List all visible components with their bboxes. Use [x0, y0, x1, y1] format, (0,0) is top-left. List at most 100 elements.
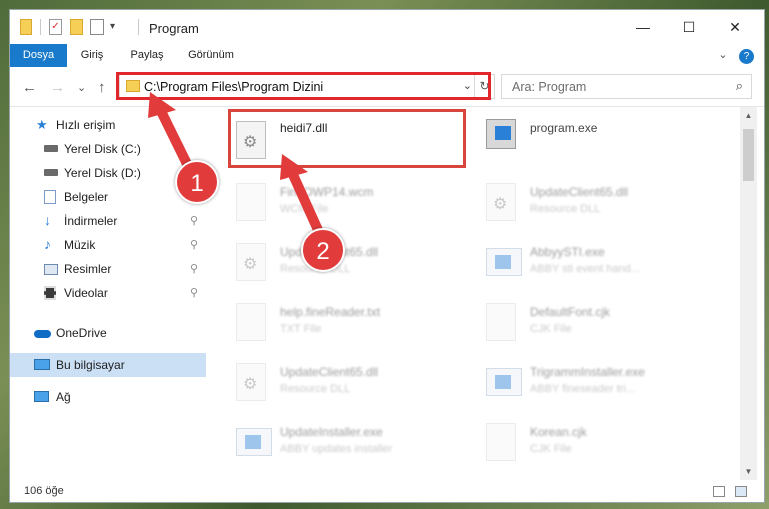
- file-item[interactable]: help.fineReader.txt TXT File: [232, 297, 472, 347]
- sidebar-item-music[interactable]: ♪ Müzik ⚲: [10, 233, 206, 257]
- sidebar-item-this-pc[interactable]: Bu bilgisayar: [10, 353, 206, 377]
- tab-home[interactable]: Giriş: [72, 44, 112, 67]
- new-folder-icon[interactable]: [70, 19, 83, 35]
- sidebar-item-pictures[interactable]: Resimler ⚲: [10, 257, 206, 281]
- tab-share[interactable]: Paylaş: [122, 44, 172, 67]
- customize-icon[interactable]: [90, 19, 104, 35]
- separator: [138, 19, 139, 35]
- ribbon-collapse-icon[interactable]: ⌄: [716, 44, 730, 67]
- file-name: UpdateClient65.dll: [280, 365, 379, 379]
- exe-file-icon: [486, 368, 522, 396]
- network-icon: [34, 391, 49, 402]
- sidebar-item-label: Bu bilgisayar: [56, 358, 125, 372]
- sidebar-item-label: Hızlı erişim: [56, 118, 116, 132]
- properties-icon[interactable]: ✓: [49, 19, 62, 35]
- music-icon: ♪: [44, 236, 51, 252]
- recent-locations-button[interactable]: ⌄: [77, 81, 86, 94]
- forward-button[interactable]: →: [50, 79, 65, 96]
- search-input[interactable]: Ara: Program ⌕: [501, 74, 752, 99]
- details-view-icon[interactable]: [713, 486, 725, 497]
- minimize-button[interactable]: —: [620, 10, 666, 44]
- address-bar-highlight: [116, 72, 491, 100]
- file-type: WCM File: [280, 203, 329, 215]
- maximize-button[interactable]: ☐: [666, 10, 712, 44]
- navigation-pane: ★ Hızlı erişim Yerel Disk (C:) Yerel Dis…: [10, 107, 206, 480]
- callout-1: 1: [175, 160, 219, 204]
- item-count: 106 öğe: [24, 485, 64, 497]
- scroll-thumb[interactable]: [743, 129, 754, 181]
- file-item[interactable]: UpdateClient65.dll Resource DLL: [482, 177, 722, 227]
- file-name: FineOWP14.wcm: [280, 185, 374, 199]
- search-icon: ⌕: [735, 78, 743, 93]
- close-button[interactable]: ✕: [712, 10, 758, 44]
- file-name: help.fineReader.txt: [280, 305, 381, 319]
- sidebar-item-quick-access[interactable]: ★ Hızlı erişim: [10, 113, 206, 137]
- document-file-icon: [486, 303, 516, 341]
- sidebar-item-onedrive[interactable]: OneDrive: [10, 321, 206, 345]
- file-type: TXT File: [280, 323, 322, 335]
- ribbon-tabs: Dosya Giriş Paylaş Görünüm ⌄ ?: [10, 44, 764, 67]
- file-highlight: [228, 109, 466, 168]
- large-icons-view-icon[interactable]: [735, 486, 747, 497]
- help-icon[interactable]: ?: [739, 49, 754, 64]
- file-type: Resource DLL: [280, 383, 351, 395]
- sidebar-item-label: Ağ: [56, 390, 71, 404]
- dll-file-icon: [236, 243, 266, 281]
- sidebar-item-downloads[interactable]: ↓ İndirmeler ⚲: [10, 209, 206, 233]
- tab-view[interactable]: Görünüm: [182, 44, 240, 67]
- file-item[interactable]: UpdateClient65.dll Resource DLL: [232, 237, 472, 287]
- file-type: CJK File: [530, 443, 572, 455]
- back-button[interactable]: ←: [22, 79, 37, 96]
- file-type: ABBY fineseader tri...: [530, 383, 635, 395]
- document-file-icon: [486, 423, 516, 461]
- tab-file[interactable]: Dosya: [10, 44, 67, 67]
- pin-icon[interactable]: ⚲: [190, 257, 198, 281]
- pin-icon[interactable]: ⚲: [190, 209, 198, 233]
- computer-icon: [34, 359, 50, 370]
- file-name: program.exe: [530, 121, 598, 135]
- sidebar-item-label: OneDrive: [56, 326, 107, 340]
- file-item[interactable]: UpdateInstaller.exe ABBY updates install…: [232, 417, 472, 467]
- sidebar-item-label: Yerel Disk (D:): [64, 166, 141, 180]
- file-type: CJK File: [530, 323, 572, 335]
- sidebar-item-local-disk-c[interactable]: Yerel Disk (C:): [10, 137, 206, 161]
- dll-file-icon: [486, 183, 516, 221]
- quick-access-dropdown-icon[interactable]: ▾: [110, 19, 122, 35]
- exe-file-icon: [236, 428, 272, 456]
- scroll-up-icon[interactable]: ▲: [740, 111, 757, 120]
- sidebar-item-label: Resimler: [64, 262, 112, 276]
- pictures-icon: [44, 264, 58, 275]
- up-button[interactable]: ↑: [98, 79, 106, 96]
- search-placeholder: Ara: Program: [512, 80, 587, 94]
- drive-icon: [44, 145, 58, 152]
- file-type: Resource DLL: [530, 203, 601, 215]
- document-file-icon: [236, 183, 266, 221]
- star-icon: ★: [36, 117, 48, 132]
- callout-2: 2: [301, 228, 345, 272]
- pin-icon[interactable]: ⚲: [190, 281, 198, 305]
- sidebar-item-label: Yerel Disk (C:): [64, 142, 141, 156]
- file-name: Korean.cjk: [530, 425, 587, 439]
- file-item[interactable]: TrigrammInstaller.exe ABBY fineseader tr…: [482, 357, 722, 407]
- file-item[interactable]: FineOWP14.wcm WCM File: [232, 177, 472, 227]
- sidebar-item-videos[interactable]: Videolar ⚲: [10, 281, 206, 305]
- file-item[interactable]: Korean.cjk CJK File: [482, 417, 722, 467]
- file-name: AbbyySTI.exe: [530, 245, 605, 259]
- file-item[interactable]: UpdateClient65.dll Resource DLL: [232, 357, 472, 407]
- status-bar: 106 öğe: [10, 480, 764, 502]
- file-item[interactable]: AbbyySTI.exe ABBY sti event hand...: [482, 237, 722, 287]
- scroll-down-icon[interactable]: ▼: [740, 467, 757, 476]
- dll-file-icon: [236, 363, 266, 401]
- file-name: DefaultFont.cjk: [530, 305, 611, 319]
- sidebar-item-label: Belgeler: [64, 190, 109, 204]
- file-item[interactable]: DefaultFont.cjk CJK File: [482, 297, 722, 347]
- drive-icon: [44, 169, 58, 176]
- exe-file-icon: [486, 248, 522, 276]
- documents-icon: [44, 190, 56, 204]
- vertical-scrollbar[interactable]: ▲ ▼: [740, 107, 757, 480]
- pin-icon[interactable]: ⚲: [190, 233, 198, 257]
- file-item[interactable]: program.exe: [482, 115, 722, 165]
- cloud-icon: [34, 330, 51, 338]
- sidebar-item-label: İndirmeler: [64, 214, 118, 228]
- sidebar-item-network[interactable]: Ağ: [10, 385, 206, 409]
